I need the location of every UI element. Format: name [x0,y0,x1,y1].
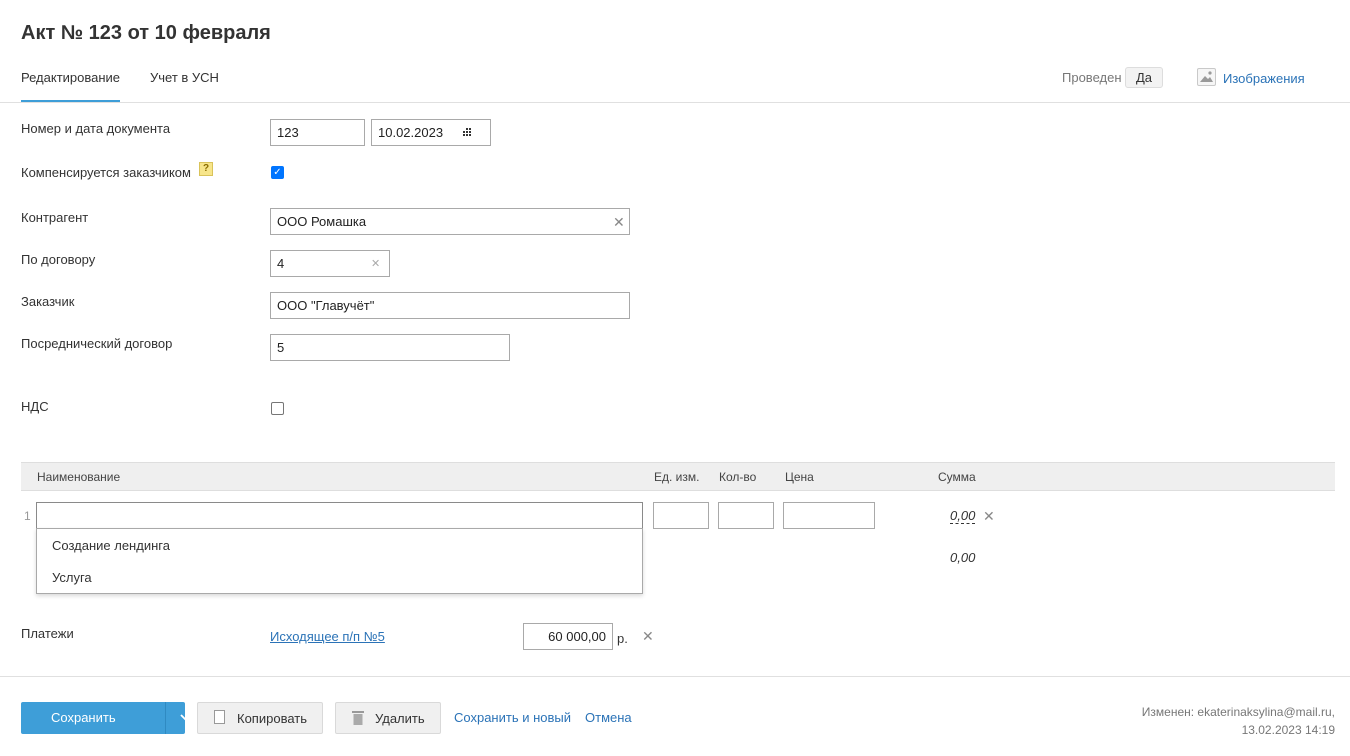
tab-usn[interactable]: Учет в УСН [150,70,219,85]
delete-button-label: Удалить [375,711,425,726]
payments-label: Платежи [21,626,74,641]
modified-by: Изменен: ekaterinaksylina@mail.ru, [1141,705,1335,719]
image-icon[interactable] [1197,68,1216,86]
chevron-down-icon[interactable] [179,711,191,723]
col-price-header: Цена [785,470,814,484]
payment-amount-input[interactable]: 60 000,00 [523,623,613,650]
save-button-separator [165,702,166,734]
copy-button-label: Копировать [237,711,307,726]
save-and-new-link[interactable]: Сохранить и новый [454,710,571,725]
suggestions-dropdown: Создание лендинга Услуга [36,528,643,594]
page-title: Акт № 123 от 10 февраля [21,22,271,44]
remove-payment-icon[interactable]: ✕ [642,629,654,643]
item-price-input[interactable] [783,502,875,529]
contract-label: По договору [21,252,96,267]
suggestion-item[interactable]: Услуга [52,570,92,585]
clear-icon[interactable]: ✕ [371,257,380,271]
remove-row-icon[interactable]: ✕ [983,509,995,523]
row-number: 1 [24,509,31,523]
vat-checkbox[interactable] [271,402,284,415]
total-sum: 0,00 [950,550,976,565]
modified-date: 13.02.2023 14:19 [1241,723,1335,737]
compensated-checkbox[interactable]: ✓ [271,166,284,179]
agency-contract-label: Посреднический договор [21,336,173,351]
save-button-label: Сохранить [51,710,116,725]
save-button[interactable]: Сохранить [21,702,190,734]
item-qty-input[interactable] [718,502,774,529]
doc-date-input[interactable]: 10.02.2023 [371,119,491,146]
col-qty-header: Кол-во [719,470,757,484]
item-unit-input[interactable] [653,502,709,529]
contractor-input[interactable]: ООО Ромашка ✕ [270,208,630,235]
contractor-value: ООО Ромашка [277,214,367,229]
posted-label: Проведен [1062,70,1122,85]
trash-icon [352,711,364,725]
contract-input[interactable]: 4 ✕ [270,250,390,277]
col-sum-header: Сумма [938,470,976,484]
copy-icon [214,710,225,724]
contract-value: 4 [277,256,285,271]
posted-toggle[interactable]: Да [1125,67,1163,88]
customer-label: Заказчик [21,294,75,309]
payment-link[interactable]: Исходящее п/п №5 [270,629,385,644]
col-unit-header: Ед. изм. [654,470,700,484]
doc-date-value: 10.02.2023 [378,125,444,140]
images-link[interactable]: Изображения [1223,71,1305,86]
suggestion-item[interactable]: Создание лендинга [52,538,170,553]
agency-contract-input[interactable]: 5 [270,334,510,361]
modified-info: Изменен: ekaterinaksylina@mail.ru, 13.02… [1142,705,1335,737]
customer-input[interactable]: ООО "Главучёт" [270,292,630,319]
footer-divider [0,676,1350,677]
calendar-icon[interactable] [462,128,473,137]
cancel-link[interactable]: Отмена [585,710,632,725]
image-icon-graphic [1200,71,1213,82]
help-icon[interactable]: ? [199,162,213,176]
tab-editing[interactable]: Редактирование [21,70,121,103]
col-name-header: Наименование [37,470,121,484]
contractor-label: Контрагент [21,210,89,225]
doc-number-label: Номер и дата документа [21,121,171,136]
currency-label: р. [617,631,628,646]
clear-icon[interactable]: ✕ [613,215,625,229]
delete-button[interactable]: Удалить [335,702,441,734]
copy-button[interactable]: Копировать [197,702,323,734]
vat-label: НДС [21,399,49,414]
compensated-label: Компенсируется заказчиком [21,165,191,180]
header-divider [0,102,1350,103]
item-name-input[interactable] [36,502,643,529]
row-sum[interactable]: 0,00 [950,508,976,524]
doc-number-input[interactable]: 123 [270,119,365,146]
